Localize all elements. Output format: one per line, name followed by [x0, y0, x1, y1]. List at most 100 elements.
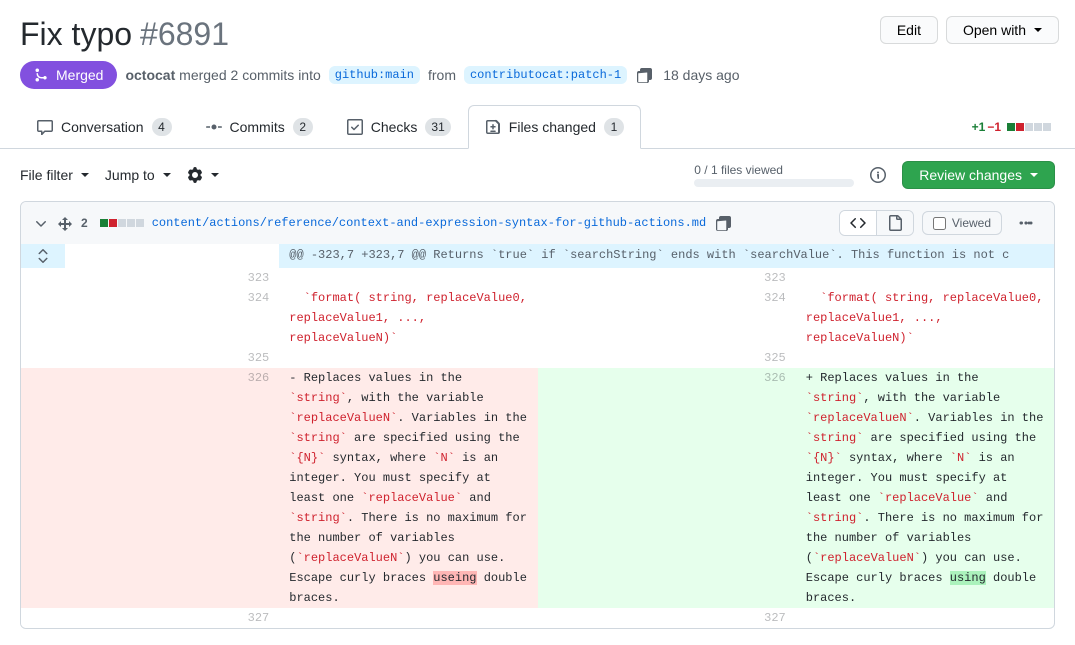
viewed-label: Viewed — [952, 216, 991, 230]
code-cell-right — [796, 268, 1054, 288]
added-word: using — [950, 571, 986, 585]
code-cell-added: + Replaces values in the `string`, with … — [796, 368, 1054, 608]
line-number-right[interactable]: 326 — [538, 368, 796, 608]
line-number-left[interactable]: 325 — [21, 348, 279, 368]
code-cell-left: `format( string, replaceValue0, replaceV… — [279, 288, 537, 348]
jump-to-dropdown[interactable]: Jump to — [105, 167, 171, 183]
merge-icon — [34, 67, 50, 83]
drag-handle-icon[interactable] — [57, 215, 73, 231]
caret-down-icon — [1030, 173, 1038, 177]
file-changes-count: 2 — [81, 216, 88, 230]
merge-meta: octocat merged 2 commits into — [125, 67, 320, 83]
from-text: from — [428, 67, 456, 83]
diffstat-summary: +1 −1 — [972, 120, 1055, 134]
caret-down-icon — [81, 173, 89, 177]
diffblock-neutral — [1034, 123, 1042, 131]
base-branch[interactable]: github:main — [329, 66, 420, 84]
tab-checks-label: Checks — [371, 119, 418, 135]
review-changes-label: Review changes — [919, 167, 1022, 183]
tab-commits[interactable]: Commits 2 — [189, 105, 330, 148]
open-with-label: Open with — [963, 22, 1026, 38]
pr-number: #6891 — [140, 16, 229, 53]
tab-commits-label: Commits — [230, 119, 285, 135]
diffblock-del — [1016, 123, 1024, 131]
code-cell-left — [279, 348, 537, 368]
diff-row: 327 327 — [21, 608, 1054, 628]
copy-branch-icon[interactable] — [635, 65, 655, 85]
tab-checks[interactable]: Checks 31 — [330, 105, 468, 148]
file-name-link[interactable]: content/actions/reference/context-and-ex… — [152, 216, 707, 230]
review-changes-button[interactable]: Review changes — [902, 161, 1055, 189]
line-number-left[interactable]: 323 — [21, 268, 279, 288]
commit-icon — [206, 119, 222, 135]
code-cell-left — [279, 268, 537, 288]
open-with-button[interactable]: Open with — [946, 16, 1059, 44]
line-number-right[interactable]: 327 — [538, 608, 796, 628]
diffblock-neutral — [1025, 123, 1033, 131]
commits-count: 2 — [293, 118, 313, 136]
edit-button[interactable]: Edit — [880, 16, 938, 44]
checks-count: 31 — [425, 118, 450, 136]
merged-text: merged 2 commits into — [179, 67, 321, 83]
copy-path-icon[interactable] — [714, 213, 734, 233]
diffblock-neutral — [136, 219, 144, 227]
time-ago: 18 days ago — [663, 67, 739, 83]
hunk-header-text: @@ -323,7 +323,7 @@ Returns `true` if `s… — [279, 244, 1054, 268]
files-count: 1 — [604, 118, 624, 136]
files-viewed-progress — [694, 179, 854, 187]
line-number-right[interactable]: 325 — [538, 348, 796, 368]
code-cell-right — [796, 608, 1054, 628]
pr-title: Fix typo — [20, 16, 132, 53]
code-cell-right — [796, 348, 1054, 368]
diff-row-changed: 326 - Replaces values in the `string`, w… — [21, 368, 1054, 608]
diff-view-toggle — [839, 210, 914, 236]
diffblock-neutral — [127, 219, 135, 227]
caret-down-icon — [1034, 28, 1042, 32]
merge-state-badge: Merged — [20, 61, 117, 89]
files-viewed-text: 0 / 1 files viewed — [694, 163, 783, 177]
files-viewed-indicator: 0 / 1 files viewed — [694, 163, 854, 187]
author-link[interactable]: octocat — [125, 67, 175, 83]
head-branch[interactable]: contributocat:patch-1 — [464, 66, 627, 84]
deletions-count: −1 — [987, 120, 1001, 134]
file-diff-icon — [485, 119, 501, 135]
viewed-checkbox-input[interactable] — [933, 217, 946, 230]
diffblock-neutral — [1043, 123, 1051, 131]
tab-files-changed[interactable]: Files changed 1 — [468, 105, 641, 149]
tab-conversation-label: Conversation — [61, 119, 144, 135]
diffblock-del — [109, 219, 117, 227]
code-cell-right: `format( string, replaceValue0, replaceV… — [796, 288, 1054, 348]
diff-settings-dropdown[interactable] — [187, 167, 219, 183]
code-cell-left — [279, 608, 537, 628]
line-number-right[interactable]: 324 — [538, 288, 796, 348]
viewed-checkbox[interactable]: Viewed — [922, 211, 1002, 235]
diffblock-add — [100, 219, 108, 227]
tab-conversation[interactable]: Conversation 4 — [20, 105, 189, 148]
diffblock-add — [1007, 123, 1015, 131]
file-filter-dropdown[interactable]: File filter — [20, 167, 89, 183]
line-number-left[interactable]: 327 — [21, 608, 279, 628]
file-filter-label: File filter — [20, 167, 73, 183]
line-number-left[interactable]: 326 — [21, 368, 279, 608]
diffblock-neutral — [118, 219, 126, 227]
code-cell-deleted: - Replaces values in the `string`, with … — [279, 368, 537, 608]
line-number-right[interactable]: 323 — [538, 268, 796, 288]
hunk-header-row: @@ -323,7 +323,7 @@ Returns `true` if `s… — [21, 244, 1054, 268]
conversation-count: 4 — [152, 118, 172, 136]
caret-down-icon — [163, 173, 171, 177]
diff-row: 325 325 — [21, 348, 1054, 368]
source-view-button[interactable] — [840, 211, 876, 235]
additions-count: +1 — [972, 120, 986, 134]
comment-icon — [37, 119, 53, 135]
chevron-down-icon[interactable] — [33, 215, 49, 231]
diff-row: 324 `format( string, replaceValue0, repl… — [21, 288, 1054, 348]
info-icon[interactable] — [870, 167, 886, 183]
diff-row: 323 323 — [21, 268, 1054, 288]
expand-hunk-icon[interactable] — [21, 244, 65, 268]
file-more-options[interactable] — [1010, 211, 1042, 235]
line-number-left[interactable]: 324 — [21, 288, 279, 348]
tab-files-label: Files changed — [509, 119, 596, 135]
gear-icon — [187, 167, 203, 183]
deleted-word: useing — [433, 571, 476, 585]
rendered-view-button[interactable] — [876, 211, 913, 235]
